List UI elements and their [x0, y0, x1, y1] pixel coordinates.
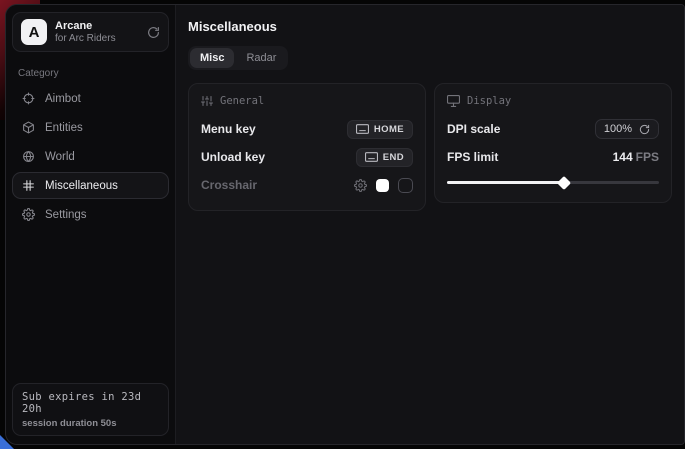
tab-bar: Misc Radar — [188, 46, 288, 70]
crosshair-color-swatch[interactable] — [376, 179, 389, 192]
display-card: Display DPI scale 100% FPS limit — [434, 83, 672, 203]
unload-key-label: Unload key — [201, 150, 265, 164]
crosshair-icon — [21, 92, 36, 105]
keyboard-icon — [356, 124, 369, 134]
general-card: General Menu key HOME Unload key — [188, 83, 426, 211]
crosshair-label: Crosshair — [201, 178, 257, 192]
sub-expires-text: Sub expires in 23d 20h — [22, 391, 159, 415]
crosshair-checkbox[interactable] — [398, 178, 413, 193]
category-label: Category — [18, 68, 169, 79]
sidebar: A Arcane for Arc Riders Category Aimbot — [6, 5, 176, 444]
tab-radar[interactable]: Radar — [236, 48, 286, 68]
subscription-status-card: Sub expires in 23d 20h session duration … — [12, 383, 169, 436]
app-window: A Arcane for Arc Riders Category Aimbot — [5, 4, 685, 445]
menu-key-row: Menu key HOME — [201, 117, 413, 141]
sidebar-item-label: Entities — [45, 122, 83, 134]
tab-misc[interactable]: Misc — [190, 48, 234, 68]
fps-limit-slider[interactable] — [447, 175, 659, 189]
dpi-scale-label: DPI scale — [447, 122, 500, 136]
dpi-scale-control[interactable]: 100% — [595, 119, 659, 139]
sliders-icon — [201, 95, 213, 107]
crosshair-row: Crosshair — [201, 173, 413, 197]
main-content: Miscellaneous Misc Radar General Menu ke… — [176, 5, 684, 444]
card-title: Display — [467, 95, 511, 107]
cycle-icon — [639, 124, 650, 135]
fps-limit-value: 144FPS — [613, 150, 659, 164]
sidebar-item-world[interactable]: World — [12, 143, 169, 170]
app-logo: A — [21, 19, 47, 45]
unload-key-bind-button[interactable]: END — [356, 148, 413, 167]
page-title: Miscellaneous — [188, 19, 672, 34]
sidebar-item-label: Miscellaneous — [45, 180, 118, 192]
dpi-scale-value: 100% — [604, 123, 632, 135]
monitor-icon — [447, 95, 460, 107]
dpi-scale-row: DPI scale 100% — [447, 117, 659, 141]
crosshair-settings-gear-icon[interactable] — [354, 179, 367, 192]
sidebar-item-aimbot[interactable]: Aimbot — [12, 85, 169, 112]
sidebar-item-entities[interactable]: Entities — [12, 114, 169, 141]
fps-limit-label: FPS limit — [447, 150, 498, 164]
globe-icon — [21, 150, 36, 163]
session-duration-text: session duration 50s — [22, 418, 159, 429]
sidebar-item-miscellaneous[interactable]: Miscellaneous — [12, 172, 169, 199]
app-logo-card: A Arcane for Arc Riders — [12, 12, 169, 52]
slider-thumb[interactable] — [557, 175, 571, 189]
app-name: Arcane — [55, 20, 139, 33]
gear-icon — [21, 208, 36, 221]
sidebar-nav: Aimbot Entities World — [12, 85, 169, 228]
slider-fill — [447, 181, 564, 184]
fps-limit-row: FPS limit 144FPS — [447, 145, 659, 169]
app-subtitle: for Arc Riders — [55, 33, 139, 45]
sidebar-item-label: Aimbot — [45, 93, 81, 105]
menu-key-bind-button[interactable]: HOME — [347, 120, 413, 139]
refresh-icon[interactable] — [147, 26, 160, 39]
grid-icon — [21, 179, 36, 192]
unload-key-row: Unload key END — [201, 145, 413, 169]
sidebar-item-settings[interactable]: Settings — [12, 201, 169, 228]
sidebar-item-label: Settings — [45, 209, 87, 221]
keyboard-icon — [365, 152, 378, 162]
entities-icon — [21, 121, 36, 134]
card-title: General — [220, 95, 264, 107]
sidebar-item-label: World — [45, 151, 75, 163]
menu-key-label: Menu key — [201, 122, 256, 136]
